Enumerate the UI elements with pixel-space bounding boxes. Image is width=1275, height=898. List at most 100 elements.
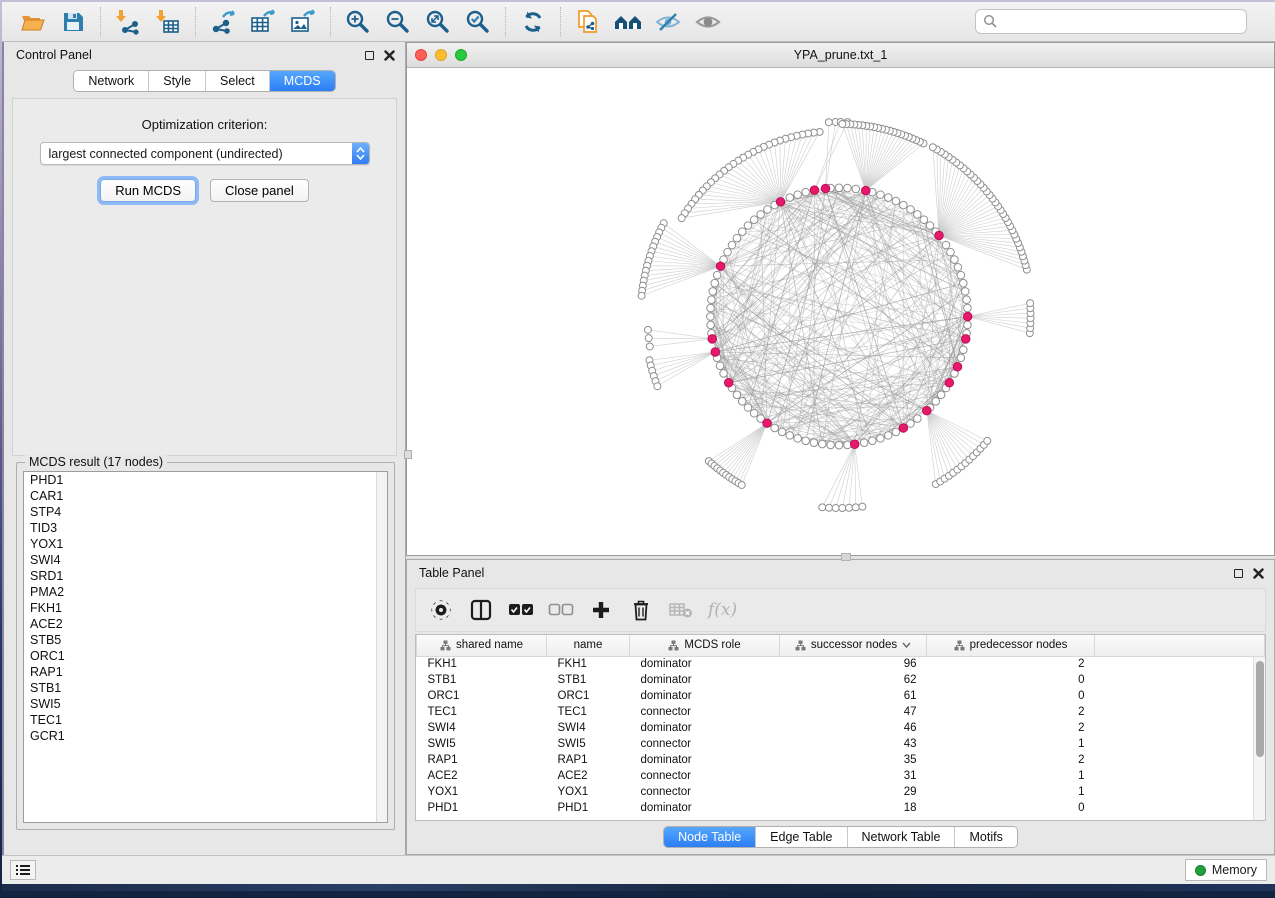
mcds-result-item[interactable]: PHD1 xyxy=(24,472,387,488)
table-cell[interactable]: RAP1 xyxy=(417,752,547,768)
table-cell[interactable]: SWI5 xyxy=(417,736,547,752)
tab-style[interactable]: Style xyxy=(148,71,205,91)
network-ring-node[interactable] xyxy=(960,346,968,354)
network-leaf-node[interactable] xyxy=(832,505,839,512)
table-cell[interactable]: 1 xyxy=(927,784,1095,800)
task-history-button[interactable] xyxy=(10,860,36,880)
float-panel-icon[interactable] xyxy=(365,51,374,60)
add-column-icon[interactable] xyxy=(586,595,616,625)
network-leaf-node[interactable] xyxy=(654,383,661,390)
network-hub-node[interactable] xyxy=(922,406,931,415)
mcds-result-item[interactable]: SWI5 xyxy=(24,696,387,712)
network-leaf-node[interactable] xyxy=(644,326,651,333)
network-hub-node[interactable] xyxy=(961,335,970,344)
table-cell[interactable]: 0 xyxy=(927,800,1095,816)
mcds-result-item[interactable]: FKH1 xyxy=(24,600,387,616)
network-leaf-node[interactable] xyxy=(839,120,846,127)
network-ring-node[interactable] xyxy=(750,409,758,417)
table-cell[interactable]: 61 xyxy=(780,688,927,704)
network-ring-node[interactable] xyxy=(738,398,746,406)
network-ring-node[interactable] xyxy=(964,321,972,329)
import-network-icon[interactable] xyxy=(111,7,145,37)
table-cell[interactable]: SWI4 xyxy=(417,720,547,736)
mcds-result-item[interactable]: STB1 xyxy=(24,680,387,696)
table-cell[interactable]: ORC1 xyxy=(547,688,630,704)
network-ring-node[interactable] xyxy=(835,441,843,449)
network-ring-node[interactable] xyxy=(900,201,908,209)
table-cell[interactable]: 2 xyxy=(927,752,1095,768)
network-ring-node[interactable] xyxy=(818,440,826,448)
network-ring-node[interactable] xyxy=(738,228,746,236)
horizontal-splitter[interactable] xyxy=(406,556,1275,559)
network-ring-node[interactable] xyxy=(744,222,752,230)
float-panel-icon[interactable] xyxy=(1234,569,1243,578)
network-leaf-node[interactable] xyxy=(846,504,853,511)
network-ring-node[interactable] xyxy=(937,391,945,399)
network-ring-node[interactable] xyxy=(778,428,786,436)
mcds-result-item[interactable]: GCR1 xyxy=(24,728,387,744)
zoom-in-icon[interactable] xyxy=(341,7,375,37)
table-cell[interactable]: SWI5 xyxy=(547,736,630,752)
network-ring-node[interactable] xyxy=(877,435,885,443)
table-cell[interactable]: dominator xyxy=(630,672,780,688)
tab-motifs[interactable]: Motifs xyxy=(954,827,1016,847)
network-ring-node[interactable] xyxy=(954,263,962,271)
table-cell[interactable]: YOX1 xyxy=(417,784,547,800)
zoom-out-icon[interactable] xyxy=(381,7,415,37)
close-panel-button[interactable]: Close panel xyxy=(210,179,309,202)
table-cell[interactable]: 43 xyxy=(780,736,927,752)
table-cell[interactable]: connector xyxy=(630,768,780,784)
table-cell[interactable]: dominator xyxy=(630,752,780,768)
network-hub-node[interactable] xyxy=(861,186,870,195)
table-row[interactable]: ORC1ORC1dominator610 xyxy=(417,688,1265,704)
network-ring-node[interactable] xyxy=(794,435,802,443)
zoom-selected-icon[interactable] xyxy=(461,7,495,37)
network-ring-node[interactable] xyxy=(932,398,940,406)
open-file-icon[interactable] xyxy=(16,7,50,37)
table-cell[interactable]: 46 xyxy=(780,720,927,736)
network-ring-node[interactable] xyxy=(907,420,915,428)
table-cell[interactable]: 18 xyxy=(780,800,927,816)
network-leaf-node[interactable] xyxy=(825,119,832,126)
table-row[interactable]: ACE2ACE2connector311 xyxy=(417,768,1265,784)
table-cell[interactable]: ACE2 xyxy=(547,768,630,784)
export-table-icon[interactable] xyxy=(246,7,280,37)
network-ring-node[interactable] xyxy=(810,439,818,447)
network-ring-node[interactable] xyxy=(884,194,892,202)
table-row[interactable]: TEC1TEC1connector472 xyxy=(417,704,1265,720)
network-ring-node[interactable] xyxy=(957,354,965,362)
delete-column-icon[interactable] xyxy=(626,595,656,625)
tab-network-table[interactable]: Network Table xyxy=(847,827,955,847)
table-cell[interactable]: RAP1 xyxy=(547,752,630,768)
table-cell[interactable]: 47 xyxy=(780,704,927,720)
refresh-icon[interactable] xyxy=(516,7,550,37)
network-ring-node[interactable] xyxy=(963,296,971,304)
network-ring-node[interactable] xyxy=(964,304,972,312)
network-titlebar[interactable]: YPA_prune.txt_1 xyxy=(407,43,1274,68)
column-header[interactable]: name xyxy=(547,635,630,656)
close-panel-icon[interactable] xyxy=(384,50,395,61)
memory-button[interactable]: Memory xyxy=(1185,859,1267,881)
network-ring-node[interactable] xyxy=(713,271,721,279)
table-cell[interactable]: YOX1 xyxy=(547,784,630,800)
select-all-rows-icon[interactable] xyxy=(506,595,536,625)
table-cell[interactable]: 0 xyxy=(927,672,1095,688)
vertical-splitter-handle[interactable] xyxy=(404,450,412,459)
network-ring-node[interactable] xyxy=(794,191,802,199)
network-ring-node[interactable] xyxy=(942,241,950,249)
table-cell[interactable]: 0 xyxy=(927,688,1095,704)
export-network-icon[interactable] xyxy=(206,7,240,37)
table-cell[interactable]: FKH1 xyxy=(547,656,630,672)
first-neighbors-icon[interactable] xyxy=(611,7,645,37)
show-columns-icon[interactable] xyxy=(466,595,496,625)
network-ring-node[interactable] xyxy=(869,437,877,445)
network-leaf-node[interactable] xyxy=(984,437,991,444)
hide-selected-icon[interactable] xyxy=(651,7,685,37)
network-ring-node[interactable] xyxy=(907,206,915,214)
network-hub-node[interactable] xyxy=(821,184,830,193)
network-hub-node[interactable] xyxy=(711,348,720,357)
network-ring-node[interactable] xyxy=(707,321,715,329)
table-cell[interactable]: 29 xyxy=(780,784,927,800)
network-ring-node[interactable] xyxy=(720,370,728,378)
network-ring-node[interactable] xyxy=(709,288,717,296)
